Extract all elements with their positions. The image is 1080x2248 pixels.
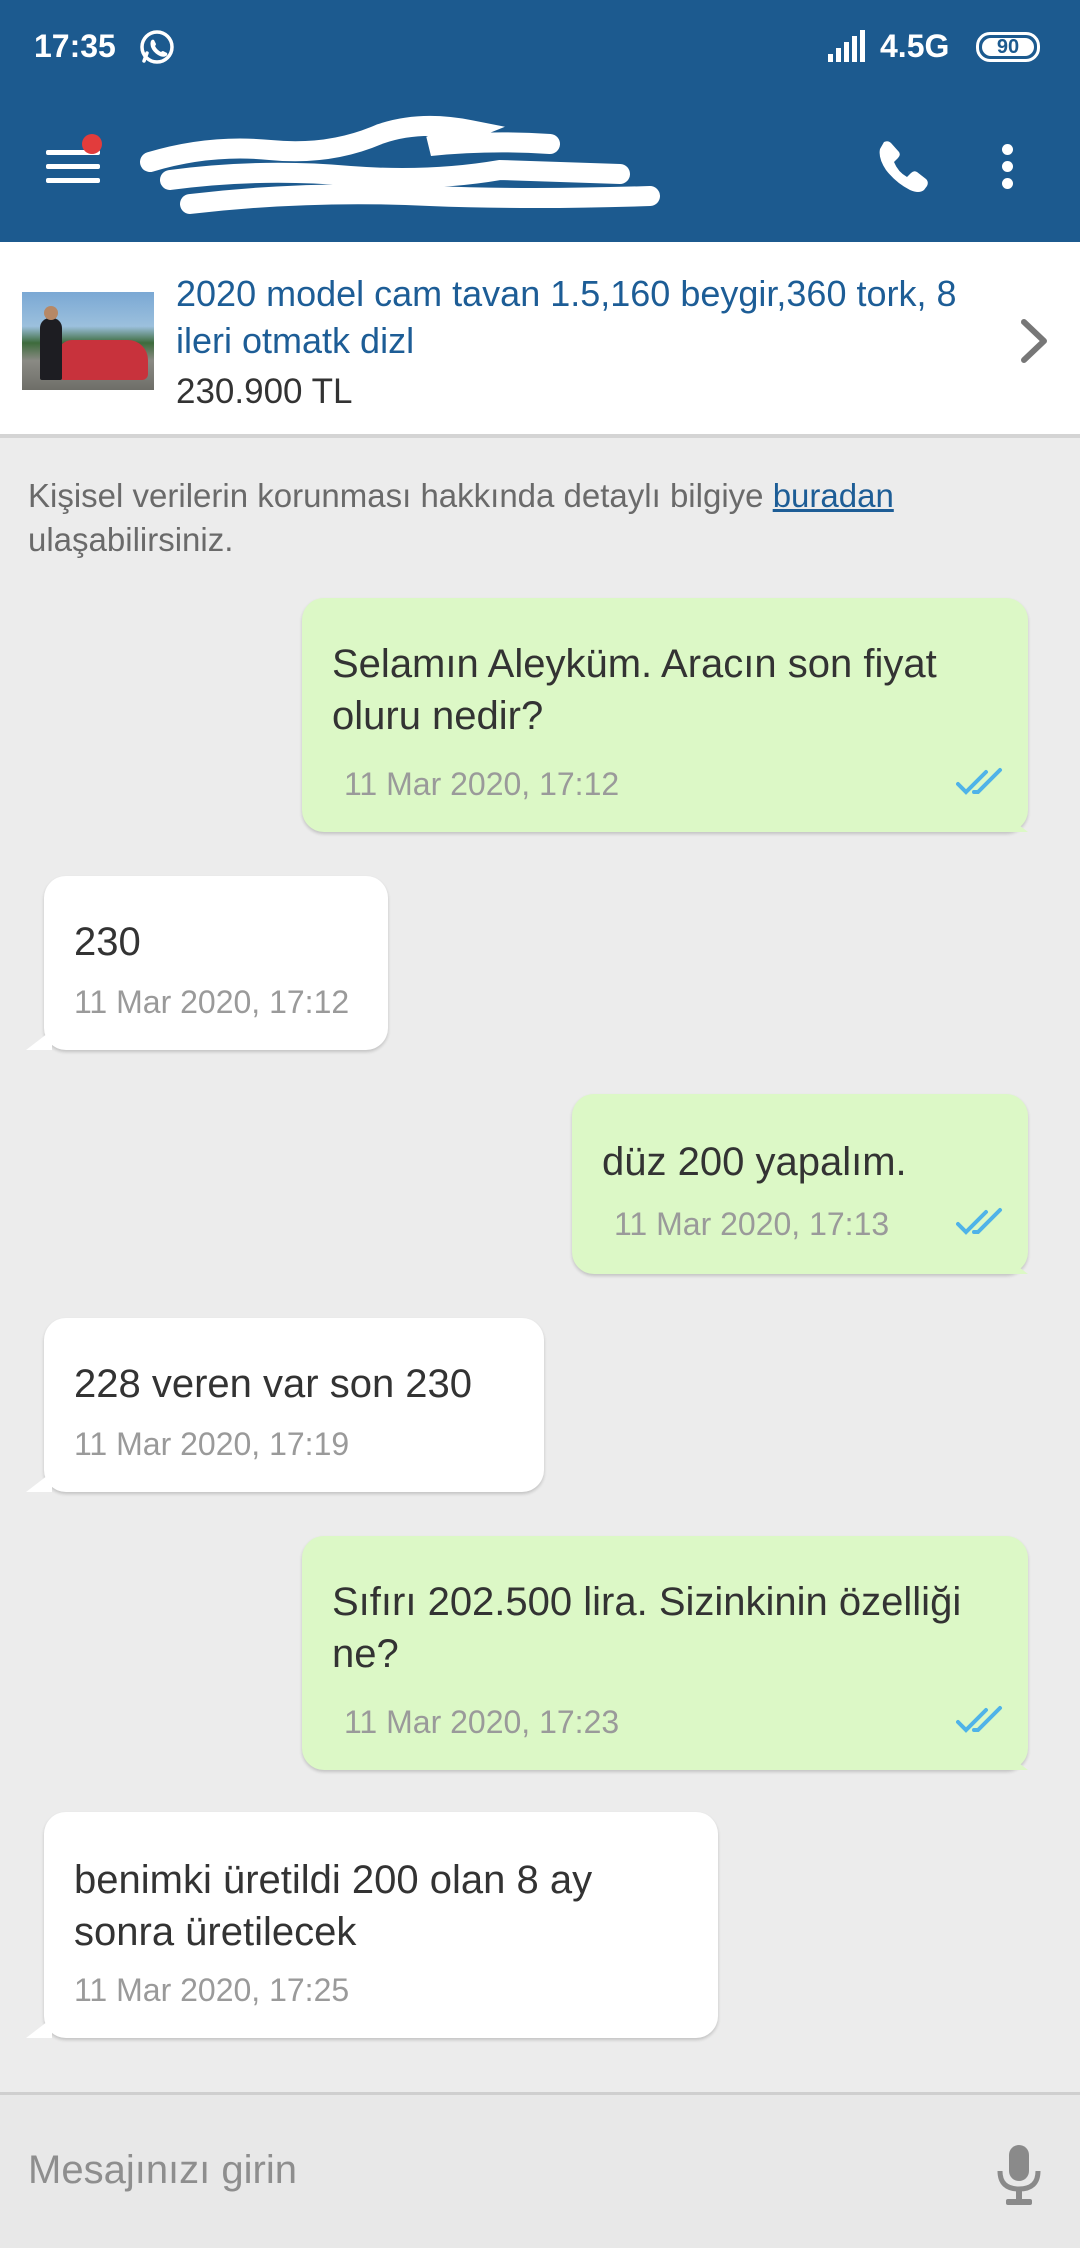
more-options-button[interactable]: [996, 138, 1013, 194]
privacy-notice: Kişisel verilerin korunması hakkında det…: [28, 474, 1058, 562]
message-bubble-outgoing[interactable]: düz 200 yapalım. 11 Mar 2020, 17:13: [572, 1094, 1028, 1274]
chevron-right-icon: [1021, 319, 1047, 363]
message-bubble-incoming[interactable]: 228 veren var son 230 11 Mar 2020, 17:19: [26, 1318, 544, 1492]
message-bubble-outgoing[interactable]: Selamın Aleyküm. Aracın son fiyat oluru …: [302, 598, 1028, 832]
message-bubble-outgoing[interactable]: Sıfırı 202.500 lira. Sizinkinin özelliği…: [302, 1536, 1028, 1770]
message-time: 11 Mar 2020, 17:12: [344, 766, 620, 802]
battery-indicator: 90: [976, 32, 1040, 62]
message-text: benimki üretildi 200 olan 8 ay sonra üre…: [74, 1858, 593, 1954]
call-button[interactable]: [872, 136, 932, 196]
message-text: Selamın Aleyküm. Aracın son fiyat oluru …: [332, 642, 937, 738]
message-composer: [0, 2092, 1080, 2248]
message-text: 228 veren var son 230: [74, 1362, 473, 1406]
message-time: 11 Mar 2020, 17:12: [74, 984, 350, 1020]
privacy-link[interactable]: buradan: [773, 477, 894, 514]
network-type: 4.5G: [880, 28, 950, 64]
redacted-contact-name: [140, 115, 660, 214]
status-time: 17:35: [34, 28, 116, 64]
privacy-suffix: ulaşabilirsiniz.: [28, 521, 234, 558]
battery-level: 90: [996, 36, 1020, 58]
more-vert-icon: [1002, 144, 1013, 155]
listing-thumbnail: [22, 292, 154, 390]
message-input[interactable]: [28, 2135, 958, 2205]
privacy-text: Kişisel verilerin korunması hakkında det…: [28, 477, 764, 514]
message-time: 11 Mar 2020, 17:19: [74, 1426, 350, 1462]
signal-icon: [828, 30, 865, 62]
whatsapp-icon: [140, 30, 174, 64]
listing-card[interactable]: 2020 model cam tavan 1.5,160 beygir,360 …: [0, 242, 1080, 438]
message-time: 11 Mar 2020, 17:23: [344, 1704, 620, 1740]
message-text: Sıfırı 202.500 lira. Sizinkinin özelliği…: [332, 1580, 962, 1676]
message-bubble-incoming[interactable]: benimki üretildi 200 olan 8 ay sonra üre…: [26, 1812, 718, 2038]
notification-dot: [82, 134, 102, 154]
listing-title: 2020 model cam tavan 1.5,160 beygir,360 …: [176, 273, 957, 361]
listing-price: 230.900 TL: [176, 372, 353, 411]
read-receipt-icon: [956, 1706, 1002, 1733]
message-text: düz 200 yapalım.: [602, 1140, 907, 1184]
read-receipt-icon: [956, 1208, 1002, 1235]
message-bubble-incoming[interactable]: 230 11 Mar 2020, 17:12: [26, 876, 388, 1050]
menu-button[interactable]: [46, 134, 102, 190]
message-time: 11 Mar 2020, 17:13: [614, 1206, 890, 1242]
message-time: 11 Mar 2020, 17:25: [74, 1972, 350, 2008]
status-bar: 17:35 4.5G 90: [0, 0, 1080, 96]
app-header: 17:35 4.5G 90: [0, 0, 1080, 242]
message-text: 230: [74, 920, 141, 964]
microphone-icon[interactable]: [994, 2143, 1044, 2209]
read-receipt-icon: [956, 768, 1002, 795]
